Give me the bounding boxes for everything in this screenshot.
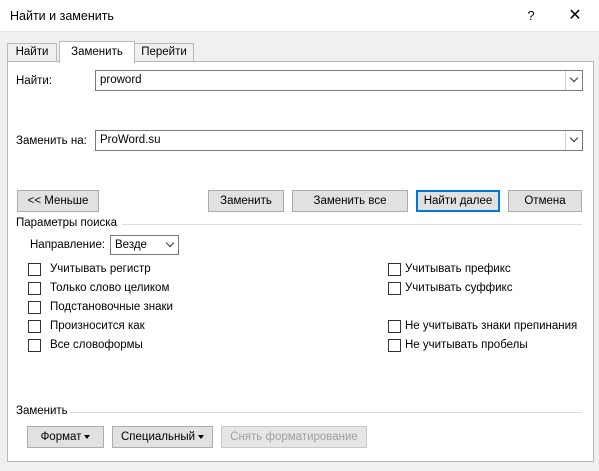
- replace-all-button[interactable]: Заменить все: [292, 190, 408, 212]
- title-bar: Найти и заменить ? ✕: [0, 0, 599, 32]
- format-label: Формат: [40, 431, 82, 443]
- replace-panel: Найти: proword Заменить на: ProWord.su <…: [7, 61, 594, 462]
- chevron-down-icon: [165, 238, 174, 248]
- special-button[interactable]: Специальный: [112, 426, 213, 448]
- direction-select[interactable]: Везде: [110, 235, 179, 255]
- match-suffix-label: Учитывать суффикс: [405, 282, 513, 294]
- ignore-spaces-label: Не учитывать пробелы: [405, 339, 528, 351]
- ignore-punctuation-checkbox[interactable]: [388, 320, 401, 333]
- less-button[interactable]: << Меньше: [17, 190, 99, 212]
- find-value: proword: [100, 74, 142, 86]
- direction-label: Направление:: [30, 239, 106, 251]
- match-prefix-checkbox[interactable]: [388, 263, 401, 276]
- replace-input[interactable]: ProWord.su: [95, 130, 583, 151]
- search-options-title: Параметры поиска: [16, 217, 117, 229]
- tab-find[interactable]: Найти: [7, 43, 57, 61]
- sounds-like-label: Произносится как: [50, 320, 145, 332]
- replace-value: ProWord.su: [100, 134, 161, 146]
- word-forms-checkbox[interactable]: [28, 339, 41, 352]
- ignore-spaces-checkbox[interactable]: [388, 339, 401, 352]
- find-dropdown-button[interactable]: [565, 71, 582, 90]
- replace-label: Заменить на:: [16, 135, 87, 147]
- tab-replace[interactable]: Заменить: [59, 41, 135, 63]
- chevron-down-icon: [569, 73, 579, 83]
- ignore-punctuation-label: Не учитывать знаки препинания: [405, 320, 578, 332]
- dropdown-arrow-icon: [84, 434, 91, 439]
- replace-button[interactable]: Заменить: [208, 190, 284, 212]
- tab-goto[interactable]: Перейти: [134, 43, 194, 61]
- search-options-divider: [122, 224, 582, 225]
- match-case-checkbox[interactable]: [28, 263, 41, 276]
- dropdown-arrow-icon: [198, 434, 205, 439]
- help-button[interactable]: ?: [519, 4, 543, 28]
- wildcards-label: Подстановочные знаки: [50, 301, 173, 313]
- match-case-label: Учитывать регистр: [50, 263, 151, 275]
- window-title: Найти и заменить: [10, 9, 114, 23]
- wildcards-checkbox[interactable]: [28, 301, 41, 314]
- cancel-button[interactable]: Отмена: [508, 190, 582, 212]
- format-button[interactable]: Формат: [27, 426, 104, 448]
- find-label: Найти:: [16, 75, 53, 87]
- whole-word-label: Только слово целиком: [50, 282, 170, 294]
- close-button[interactable]: ✕: [561, 4, 589, 28]
- match-prefix-label: Учитывать префикс: [405, 263, 511, 275]
- replace-section-divider: [70, 412, 582, 413]
- find-next-button[interactable]: Найти далее: [416, 190, 500, 212]
- chevron-down-icon: [569, 133, 579, 143]
- whole-word-checkbox[interactable]: [28, 282, 41, 295]
- special-label: Специальный: [120, 431, 196, 443]
- replace-dropdown-button[interactable]: [565, 131, 582, 150]
- direction-value: Везде: [115, 239, 147, 251]
- replace-section-title: Заменить: [16, 405, 68, 417]
- no-formatting-button[interactable]: Снять форматирование: [221, 426, 367, 448]
- find-input[interactable]: proword: [95, 70, 583, 91]
- match-suffix-checkbox[interactable]: [388, 282, 401, 295]
- sounds-like-checkbox[interactable]: [28, 320, 41, 333]
- word-forms-label: Все словоформы: [50, 339, 143, 351]
- direction-dropdown-button[interactable]: [161, 236, 178, 254]
